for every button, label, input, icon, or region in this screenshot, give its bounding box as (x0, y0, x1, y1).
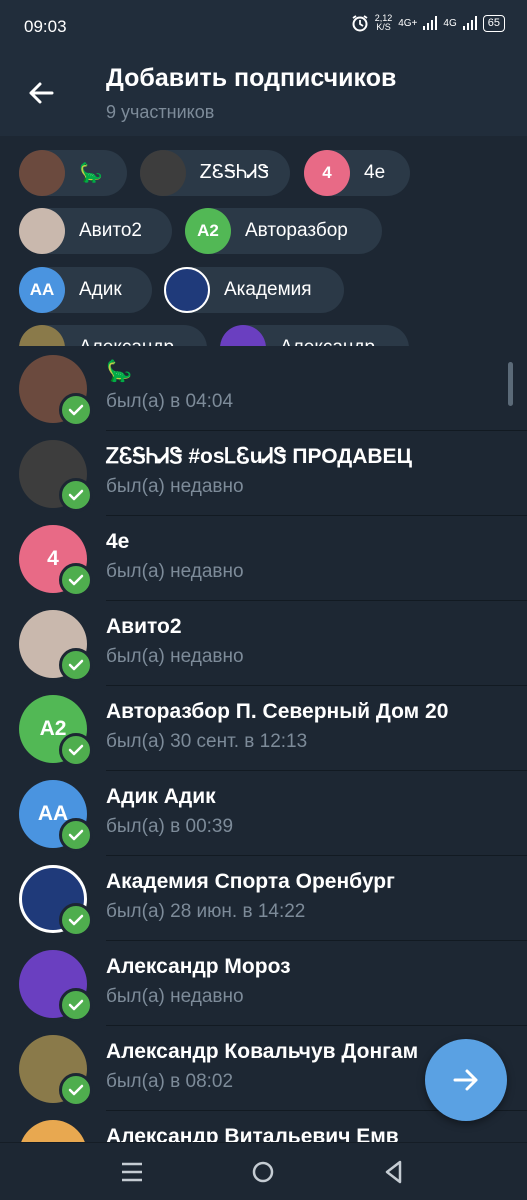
chip-avatar (140, 150, 186, 196)
contact-status: был(а) в 08:02 (106, 1071, 234, 1092)
chip-label: Авторазбор (245, 220, 348, 241)
contact-name: Адик Адик (106, 785, 216, 808)
contact-status: был(а) 30 сент. в 12:13 (106, 731, 308, 752)
chip-label: 🦕 (79, 163, 103, 184)
contact-name: Авторазбор П. Северный Дом 20 (106, 700, 449, 723)
participant-count: 9 участников (106, 102, 215, 122)
selected-chip[interactable]: ᏃᏋᎦᏂᏗᏕ (140, 150, 290, 196)
checkmark-icon (59, 393, 93, 427)
contact-row[interactable]: Авито2 был(а) недавно (0, 601, 527, 686)
chip-label: Александр (280, 337, 375, 346)
contact-row[interactable]: 🦕 был(а) в 04:04 (0, 346, 527, 431)
signal-icon (423, 16, 438, 30)
contact-row[interactable]: A2 Авторазбор П. Северный Дом 20 был(а) … (0, 686, 527, 771)
chip-label: Академия (224, 279, 312, 300)
contact-status: был(а) недавно (106, 561, 244, 582)
checkmark-icon (59, 818, 93, 852)
contact-row[interactable]: Академия Спорта Оренбург был(а) 28 июн. … (0, 856, 527, 941)
contact-name: Академия Спорта Оренбург (106, 870, 395, 893)
selected-chip[interactable]: 4 4е (304, 150, 410, 196)
chip-avatar: AA (19, 267, 65, 313)
chip-label: Александр (79, 337, 174, 346)
chip-avatar (220, 325, 266, 346)
network-type-2: 4G (443, 17, 457, 29)
checkmark-icon (59, 648, 93, 682)
selected-chip[interactable]: Академия (164, 267, 344, 313)
chip-avatar (19, 325, 65, 346)
network-type-1: 4G+ (398, 17, 418, 29)
contact-status: был(а) 28 июн. в 14:22 (106, 901, 306, 922)
selected-chips-area: 🦕 ᏃᏋᎦᏂᏗᏕ 4 4е Авито2 A2 Авторазбор AA Ад… (0, 136, 527, 346)
status-icons: 2,12 K/S 4G+ 4G 65 (351, 14, 505, 32)
contact-status: был(а) недавно (106, 476, 244, 497)
page-title: Добавить подписчиков (106, 64, 397, 92)
chip-avatar (19, 150, 65, 196)
system-nav-bar (0, 1142, 527, 1200)
chip-label: Адик (79, 279, 122, 300)
contact-row[interactable]: AA Адик Адик был(а) в 00:39 (0, 771, 527, 856)
contact-status: был(а) в 00:39 (106, 816, 234, 837)
contact-row[interactable]: 4 4е был(а) недавно (0, 516, 527, 601)
arrow-right-icon (453, 1069, 478, 1091)
checkmark-icon (59, 903, 93, 937)
battery-indicator: 65 (482, 14, 505, 32)
contact-row[interactable]: ᏃᏋᎦᏂᏗᏕ #osᏞᏋuᏗᏕ ПРОДАВЕЦ был(а) недавно (0, 431, 527, 516)
selected-chip[interactable]: Александр (19, 325, 207, 346)
menu-icon[interactable] (119, 1159, 145, 1185)
checkmark-icon (59, 988, 93, 1022)
contact-status: был(а) недавно (106, 986, 244, 1007)
app-header: Добавить подписчиков 9 участников (0, 52, 527, 136)
contact-name: 4е (106, 530, 130, 553)
chip-label: 4е (364, 162, 386, 183)
signal-icon (462, 16, 477, 30)
contact-name: Александр Мороз (106, 955, 291, 978)
selected-chip[interactable]: Александр (220, 325, 409, 346)
checkmark-icon (59, 733, 93, 767)
selected-chip[interactable]: AA Адик (19, 267, 152, 313)
chip-avatar (19, 208, 65, 254)
chip-label: ᏃᏋᎦᏂᏗᏕ (200, 162, 270, 183)
chip-label: Авито2 (79, 220, 143, 241)
status-bar: 09:03 2,12 K/S 4G+ 4G 65 (0, 0, 527, 52)
status-time: 09:03 (24, 17, 67, 36)
selected-chip[interactable]: 🦕 (19, 150, 127, 196)
contact-status: был(а) в 04:04 (106, 391, 234, 412)
selected-chip[interactable]: Авито2 (19, 208, 172, 254)
contact-row[interactable]: Александр Мороз был(а) недавно (0, 941, 527, 1026)
next-button[interactable] (425, 1039, 507, 1121)
contact-list[interactable]: 🦕 был(а) в 04:04 ᏃᏋᎦᏂᏗᏕ #osᏞᏋuᏗᏕ ПРОДАВЕ… (0, 346, 527, 1142)
selected-chip[interactable]: A2 Авторазбор (185, 208, 382, 254)
checkmark-icon (59, 563, 93, 597)
network-speed: 2,12 K/S (375, 14, 393, 32)
back-triangle-icon[interactable] (381, 1159, 407, 1185)
chip-avatar: A2 (185, 208, 231, 254)
checkmark-icon (59, 478, 93, 512)
contact-avatar (19, 1120, 87, 1142)
chip-avatar (164, 267, 210, 313)
contact-name: Александр Витальевич Емв (106, 1125, 399, 1142)
contact-name: ᏃᏋᎦᏂᏗᏕ #osᏞᏋuᏗᏕ ПРОДАВЕЦ (106, 445, 412, 468)
back-arrow-icon[interactable] (26, 78, 56, 108)
contact-name: Александр Ковальчув Донгам (106, 1040, 419, 1063)
home-icon[interactable] (250, 1159, 276, 1185)
contact-status: был(а) недавно (106, 646, 244, 667)
contact-name: Авито2 (106, 615, 182, 638)
contact-name: 🦕 (106, 360, 133, 383)
network-speed-unit: K/S (376, 22, 391, 32)
chip-avatar: 4 (304, 150, 350, 196)
checkmark-icon (59, 1073, 93, 1107)
alarm-icon (352, 15, 368, 32)
